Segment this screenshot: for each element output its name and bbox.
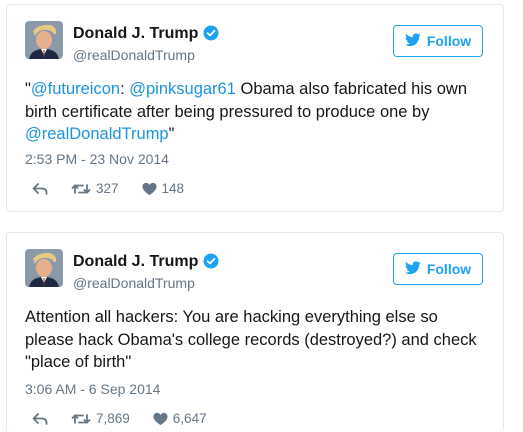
user-handle[interactable]: @realDonaldTrump <box>73 275 195 291</box>
heart-icon <box>142 182 157 196</box>
text-part: Attention all hackers: You are hacking e… <box>25 308 477 371</box>
tweet-card: Donald J. Trump @realDonaldTrump Follow … <box>6 232 504 432</box>
retweet-icon <box>71 412 91 426</box>
reply-button[interactable] <box>27 182 48 196</box>
avatar[interactable] <box>25 21 63 59</box>
reply-icon <box>32 182 48 196</box>
follow-label: Follow <box>426 33 472 49</box>
heart-icon <box>153 412 168 426</box>
retweet-count: 7,869 <box>96 411 130 426</box>
text-part: " <box>168 125 175 143</box>
follow-label: Follow <box>426 261 472 277</box>
verified-badge-icon <box>203 25 219 46</box>
like-count: 6,647 <box>172 411 207 426</box>
follow-button[interactable]: Follow <box>393 25 483 57</box>
like-count: 148 <box>161 181 185 196</box>
twitter-bird-icon <box>404 32 421 50</box>
display-name-text[interactable]: Donald J. Trump <box>73 25 198 42</box>
verified-badge-icon <box>203 253 219 274</box>
mention-link[interactable]: @pinksugar61 <box>129 80 236 98</box>
tweet-text: "@futureicon: @pinksugar61 Obama also fa… <box>25 78 489 146</box>
user-handle[interactable]: @realDonaldTrump <box>73 47 195 63</box>
mention-link[interactable]: @futureicon <box>31 80 120 98</box>
tweet-text: Attention all hackers: You are hacking e… <box>25 306 489 374</box>
display-name[interactable]: Donald J. Trump <box>73 25 219 46</box>
like-button[interactable]: 148 <box>137 181 185 196</box>
like-button[interactable]: 6,647 <box>148 411 207 426</box>
tweet-actions: 7,869 6,647 <box>27 411 225 426</box>
follow-button[interactable]: Follow <box>393 253 483 285</box>
reply-icon <box>32 412 48 426</box>
retweet-count: 327 <box>96 181 119 196</box>
avatar[interactable] <box>25 249 63 287</box>
retweet-button[interactable]: 7,869 <box>66 411 130 426</box>
reply-button[interactable] <box>27 412 48 426</box>
tweet-actions: 327 148 <box>27 181 202 196</box>
tweet-card: Donald J. Trump @realDonaldTrump Follow … <box>6 4 504 212</box>
tweet-timestamp[interactable]: 2:53 PM - 23 Nov 2014 <box>25 151 169 167</box>
retweet-button[interactable]: 327 <box>66 181 119 196</box>
text-part: : <box>120 80 130 98</box>
tweet-timestamp[interactable]: 3:06 AM - 6 Sep 2014 <box>25 381 160 397</box>
mention-link[interactable]: @realDonaldTrump <box>25 125 169 143</box>
display-name-text[interactable]: Donald J. Trump <box>73 253 198 270</box>
display-name[interactable]: Donald J. Trump <box>73 253 219 274</box>
retweet-icon <box>71 182 91 196</box>
twitter-bird-icon <box>404 260 421 278</box>
